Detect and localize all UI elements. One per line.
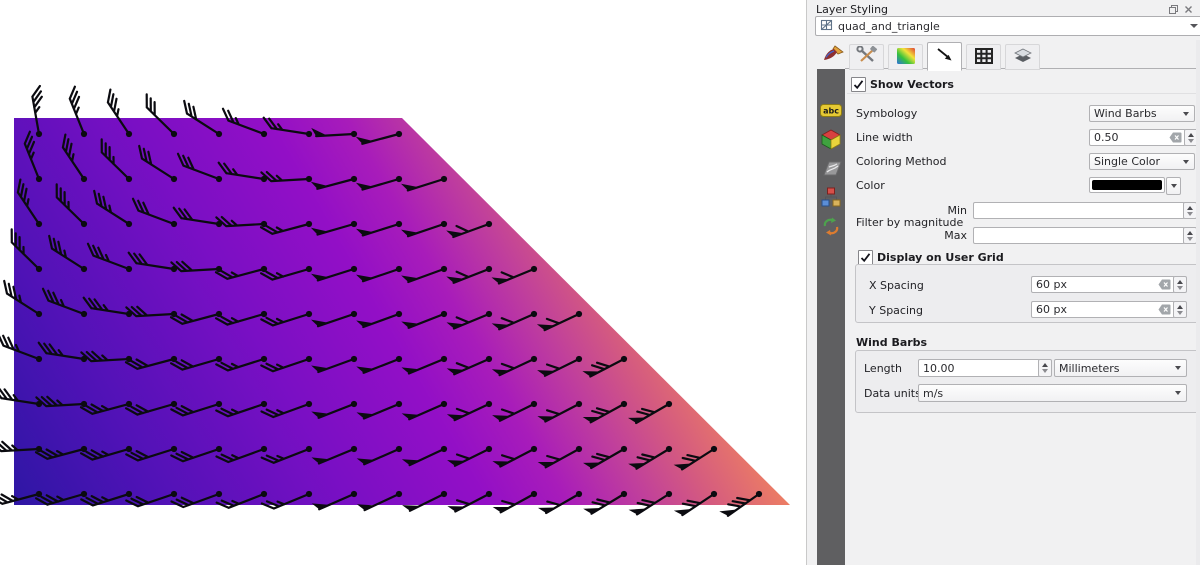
length-stepper[interactable] [1038,359,1052,377]
diagrams-icon[interactable] [819,186,843,208]
3d-cube-icon[interactable] [819,128,843,150]
tab-stacking[interactable] [1005,44,1040,70]
symbology-dropdown[interactable]: Wind Barbs [1089,105,1195,122]
filter-min-stepper[interactable] [1183,202,1197,219]
color-swatch [1092,180,1162,190]
color-label: Color [856,179,885,192]
length-unit-dropdown[interactable]: Millimeters [1054,359,1187,377]
coloring-method-dropdown[interactable]: Single Color [1089,153,1195,170]
map-canvas[interactable] [0,0,806,565]
svg-text:abc: abc [823,106,839,115]
data-units-dropdown[interactable]: m/s [918,384,1187,402]
panel-scrollbar[interactable] [1196,40,1200,565]
history-icon[interactable] [819,215,843,237]
mesh-frame-icon [974,47,994,68]
y-spacing-value: 60 px [1036,303,1067,316]
styling-tabbar [849,44,1040,71]
contours-icon[interactable] [819,157,843,179]
filter-by-magnitude-label: Filter by magnitude [856,216,963,229]
clear-field-icon[interactable] [1158,279,1171,293]
color-dropdown-arrow[interactable] [1166,177,1181,195]
vectors-arrow-icon [935,46,955,67]
line-width-value: 0.50 [1094,131,1119,144]
y-spacing-input[interactable]: 60 px [1031,301,1175,318]
tab-settings-tools[interactable] [849,44,884,70]
layer-styling-panel: Layer Styling quad_and_triangle abc Show… [806,0,1200,565]
show-vectors-checkbox[interactable] [851,77,866,92]
close-panel-button[interactable] [1182,3,1194,15]
tab-contours-gradient[interactable] [888,44,923,70]
chevron-down-icon [1190,24,1198,28]
divider [847,93,1197,94]
data-units-label: Data units [864,387,921,400]
clear-field-icon[interactable] [1169,132,1182,146]
display-on-user-grid-label: Display on User Grid [877,251,1004,264]
clear-field-icon[interactable] [1158,304,1171,318]
mesh-canvas-svg [0,0,806,565]
tab-mesh-frame[interactable] [966,44,1001,70]
filter-min-input[interactable] [973,202,1185,219]
x-spacing-value: 60 px [1036,278,1067,291]
styling-dock-strip: abc [817,69,845,565]
coloring-method-label: Coloring Method [856,155,946,168]
y-spacing-stepper[interactable] [1173,301,1187,318]
mesh-layer-icon [820,18,834,35]
layer-name: quad_and_triangle [838,20,940,33]
x-spacing-label: X Spacing [869,279,924,292]
filter-max-label: Max [927,229,967,242]
filter-max-input[interactable] [973,227,1185,244]
undock-panel-button[interactable] [1167,3,1179,15]
color-button[interactable] [1089,177,1165,193]
sidebar-item-symbology[interactable] [821,41,847,65]
settings-tools-icon [856,46,878,68]
length-input[interactable]: 10.00 [918,359,1040,377]
x-spacing-input[interactable]: 60 px [1031,276,1175,293]
length-value: 10.00 [923,362,955,375]
panel-title: Layer Styling [816,3,888,16]
data-units-value: m/s [923,387,943,400]
y-spacing-label: Y Spacing [869,304,923,317]
show-vectors-label: Show Vectors [870,78,954,91]
display-on-user-grid-checkbox[interactable] [858,250,873,265]
line-width-label: Line width [856,131,913,144]
coloring-method-value: Single Color [1094,155,1160,168]
x-spacing-stepper[interactable] [1173,276,1187,293]
layer-selector-combo[interactable]: quad_and_triangle [815,16,1200,36]
contours-gradient-icon [896,47,916,68]
labels-abc-icon[interactable]: abc [819,99,843,121]
tab-vectors-arrow[interactable] [927,42,962,71]
symbology-label: Symbology [856,107,917,120]
length-label: Length [864,362,902,375]
length-unit-value: Millimeters [1059,362,1120,375]
line-width-input[interactable]: 0.50 [1089,129,1186,146]
filter-max-stepper[interactable] [1183,227,1197,244]
wind-barbs-header: Wind Barbs [856,336,927,349]
stacking-icon [1013,47,1033,68]
symbology-value: Wind Barbs [1094,107,1157,120]
